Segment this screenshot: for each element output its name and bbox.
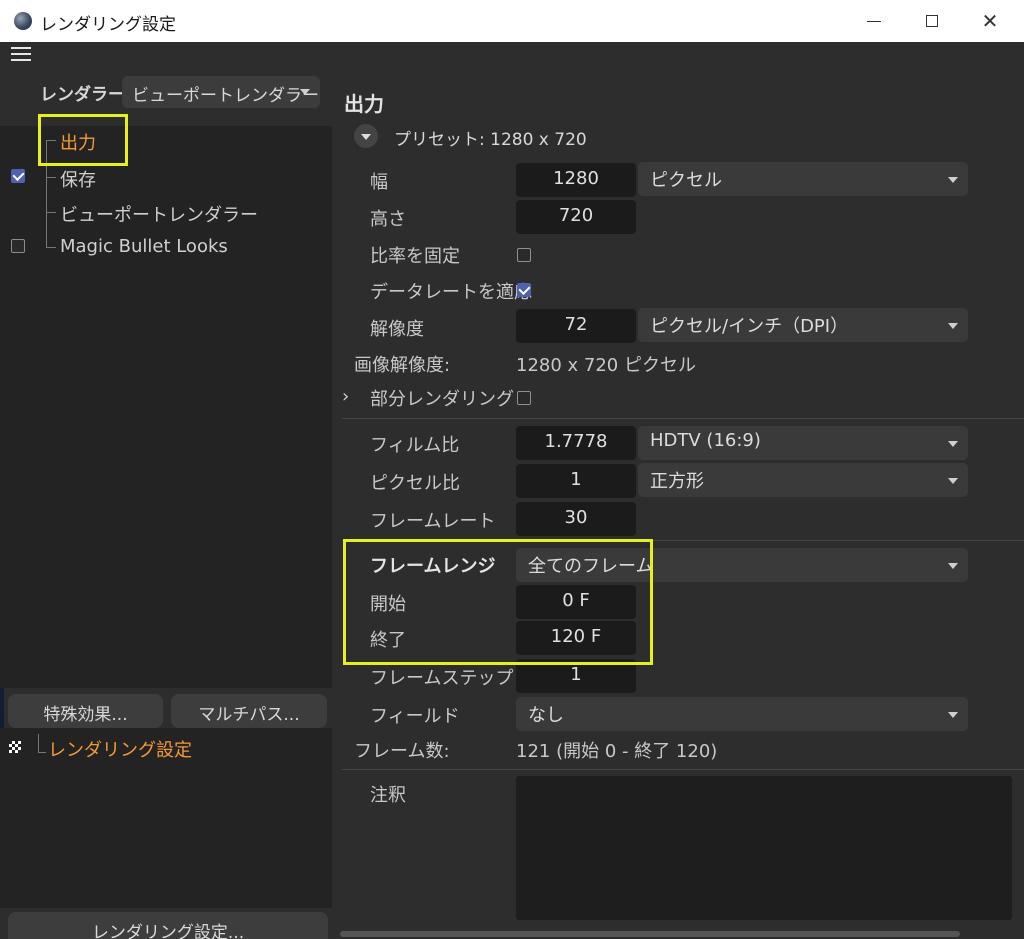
render-settings-item[interactable]: レンダリング設定 [48, 736, 192, 762]
maximize-button[interactable] [903, 0, 961, 42]
minimize-button[interactable] [845, 0, 903, 42]
image-resolution-label: 画像解像度: [354, 355, 451, 376]
start-label: 開始 [370, 594, 406, 615]
end-field[interactable]: 120 F [516, 621, 636, 655]
frame-step-label: フレームステップ [370, 668, 514, 689]
apply-datarate-checkbox[interactable] [517, 283, 531, 297]
apply-datarate-label: データレートを適応 [370, 282, 532, 303]
start-field[interactable]: 0 F [516, 585, 636, 619]
frame-step-field[interactable]: 1 [516, 659, 636, 693]
film-aspect-dropdown[interactable]: HDTV (16:9) [638, 426, 968, 460]
tree-line [38, 752, 46, 753]
tree-checkbox-save[interactable] [11, 169, 25, 183]
settings-tree: 出力 保存 ビューポートレンダラー Magic Bullet Looks [0, 126, 332, 688]
section-title: 出力 [344, 92, 384, 116]
close-icon: ✕ [981, 9, 999, 33]
notes-textarea[interactable] [516, 776, 1012, 920]
image-resolution-value: 1280 x 720 ピクセル [516, 355, 696, 376]
render-settings-button[interactable]: レンダリング設定... [8, 912, 328, 939]
renderer-label: レンダラー [40, 85, 125, 105]
frame-range-label: フレームレンジ [370, 556, 496, 577]
film-aspect-field[interactable]: 1.7778 [516, 426, 636, 460]
tree-checkbox-magic-bullet[interactable] [11, 239, 25, 253]
partial-render-label: 部分レンダリング [370, 389, 514, 410]
resolution-field[interactable]: 72 [516, 309, 636, 343]
width-unit-value: ピクセル [650, 170, 722, 191]
partial-render-checkbox[interactable] [517, 391, 531, 405]
output-settings-panel: 出力 プリセット: 1280 x 720 幅 1280 ピクセル 高さ 72 0 … [332, 42, 1024, 939]
chevron-down-icon [948, 478, 958, 484]
multipass-button[interactable]: マルチパス... [171, 694, 327, 728]
tree-line [46, 140, 56, 141]
tree-line [46, 140, 47, 248]
width-unit-dropdown[interactable]: ピクセル [638, 162, 968, 196]
preset-label: プリセット: 1280 x 720 [394, 130, 587, 150]
frame-range-value: 全てのフレーム [528, 556, 654, 577]
pixel-aspect-preset: 正方形 [650, 471, 704, 492]
chevron-down-icon [300, 89, 310, 95]
divider [342, 769, 1024, 770]
resolution-unit-dropdown[interactable]: ピクセル/インチ（DPI） [638, 308, 968, 342]
pixel-aspect-dropdown[interactable]: 正方形 [638, 463, 968, 497]
chevron-down-icon [948, 323, 958, 329]
tree-item-magic-bullet-looks[interactable]: Magic Bullet Looks [60, 236, 228, 257]
frame-rate-label: フレームレート [370, 511, 496, 532]
tree-line [46, 177, 56, 178]
field-dropdown[interactable]: なし [516, 697, 968, 731]
left-panel: レンダラー ビューポートレンダラー 出力 保存 ビューポートレンダラー Magi… [0, 42, 332, 939]
chevron-down-icon [948, 712, 958, 718]
chevron-right-icon[interactable]: › [342, 386, 349, 407]
menu-icon[interactable] [11, 47, 31, 61]
render-settings-icon [9, 741, 21, 753]
window-title: レンダリング設定 [40, 15, 176, 35]
frame-count-value: 121 (開始 0 - 終了 120) [516, 741, 718, 762]
effects-button[interactable]: 特殊効果... [8, 694, 163, 728]
frame-range-dropdown[interactable]: 全てのフレーム [516, 548, 968, 582]
cinema4d-app-icon [14, 12, 32, 30]
lock-ratio-label: 比率を固定 [370, 246, 460, 267]
horizontal-scrollbar[interactable] [340, 931, 960, 937]
divider [342, 418, 1024, 419]
lock-ratio-checkbox[interactable] [517, 248, 531, 262]
pixel-aspect-label: ピクセル比 [370, 473, 460, 494]
end-label: 終了 [370, 630, 406, 651]
pixel-aspect-field[interactable]: 1 [516, 464, 636, 498]
chevron-down-icon [948, 177, 958, 183]
divider [342, 540, 1024, 541]
preset-dropdown-button[interactable] [354, 124, 378, 148]
tree-line [38, 734, 39, 752]
field-value: なし [528, 705, 564, 726]
tree-item-output[interactable]: 出力 [60, 129, 96, 155]
resolution-label: 解像度 [370, 319, 424, 340]
close-button[interactable]: ✕ [961, 0, 1019, 42]
tree-item-save[interactable]: 保存 [60, 166, 96, 192]
chevron-down-icon [948, 563, 958, 569]
chevron-down-icon [948, 441, 958, 447]
width-field[interactable]: 1280 [516, 163, 636, 197]
notes-label: 注釈 [370, 785, 406, 806]
maximize-icon [926, 15, 938, 27]
film-aspect-label: フィルム比 [370, 435, 460, 456]
title-bar: レンダリング設定 ✕ [0, 0, 1024, 42]
render-settings-list: レンダリング設定 [0, 728, 332, 908]
field-label: フィールド [370, 706, 460, 727]
tree-item-viewport-renderer[interactable]: ビューポートレンダラー [60, 201, 258, 227]
tree-line [46, 247, 56, 248]
frame-rate-field[interactable]: 30 [516, 502, 636, 536]
tree-line [46, 212, 56, 213]
film-aspect-preset: HDTV (16:9) [650, 430, 761, 451]
height-field[interactable]: 720 [516, 200, 636, 234]
minimize-icon [867, 20, 881, 22]
frame-count-label: フレーム数: [354, 741, 450, 762]
resolution-unit-value: ピクセル/インチ（DPI） [650, 316, 849, 337]
width-label: 幅 [370, 172, 388, 193]
renderer-dropdown[interactable]: ビューポートレンダラー [122, 76, 320, 108]
renderer-value: ビューポートレンダラー [132, 86, 319, 106]
height-label: 高さ [370, 209, 406, 230]
